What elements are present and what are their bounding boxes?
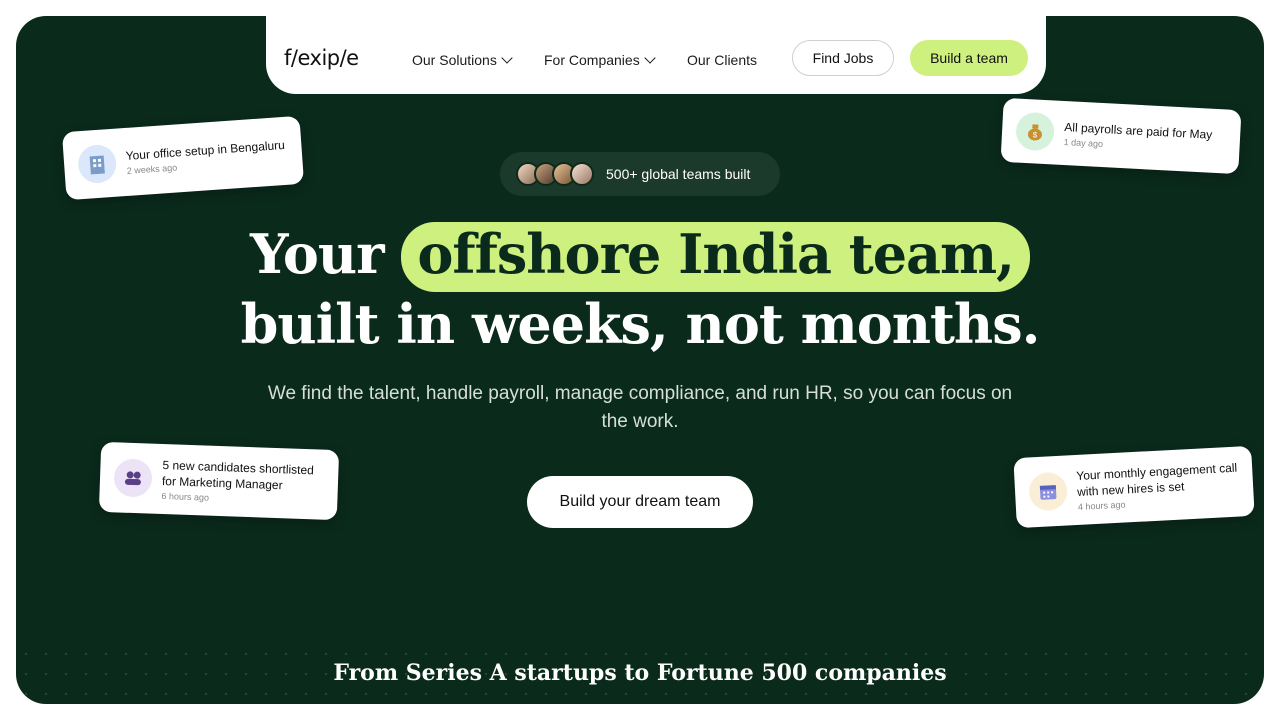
hero-section: f/exip/e Our Solutions For Companies Our… bbox=[16, 16, 1264, 704]
subheadline: We find the talent, handle payroll, mana… bbox=[267, 383, 1013, 432]
notification-card-office: Your office setup in Bengaluru 2 weeks a… bbox=[61, 115, 305, 201]
find-jobs-button[interactable]: Find Jobs bbox=[792, 40, 894, 76]
calendar-icon bbox=[1028, 471, 1069, 512]
avatar bbox=[570, 162, 594, 186]
build-a-team-button[interactable]: Build a team bbox=[910, 40, 1028, 76]
top-navbar: f/exip/e Our Solutions For Companies Our… bbox=[266, 16, 1046, 94]
nav-our-clients-label: Our Clients bbox=[687, 52, 758, 68]
logo[interactable]: f/exip/e bbox=[284, 46, 359, 70]
money-bag-icon: $ bbox=[1015, 111, 1056, 152]
headline-line-2: built in weeks, not months. bbox=[240, 292, 1041, 356]
office-building-icon bbox=[76, 143, 118, 185]
nav-our-clients[interactable]: Our Clients bbox=[687, 52, 757, 68]
nav-our-solutions-label: Our Solutions bbox=[412, 52, 497, 68]
card-title: 5 new candidates shortlisted for Marketi… bbox=[161, 458, 315, 493]
nav-for-companies[interactable]: For Companies bbox=[544, 52, 656, 68]
nav-our-solutions[interactable]: Our Solutions bbox=[412, 52, 513, 68]
teams-built-badge: 500+ global teams built bbox=[500, 152, 780, 196]
nav-for-companies-label: For Companies bbox=[544, 52, 640, 68]
build-dream-team-button[interactable]: Build your dream team bbox=[527, 476, 753, 528]
chevron-down-icon bbox=[501, 52, 513, 64]
avatar-group bbox=[516, 162, 594, 186]
chevron-down-icon bbox=[644, 52, 656, 64]
clients-tagline: From Series A startups to Fortune 500 co… bbox=[333, 660, 947, 686]
badge-text: 500+ global teams built bbox=[606, 166, 751, 182]
notification-card-engagement: Your monthly engagement call with new hi… bbox=[1013, 445, 1255, 529]
headline-highlight: offshore India team, bbox=[401, 222, 1030, 292]
headline-prefix: Your bbox=[250, 222, 385, 286]
headline-line-1: Your offshore India team, bbox=[16, 222, 1264, 292]
notification-card-payroll: $ All payrolls are paid for May 1 day ag… bbox=[1000, 97, 1242, 175]
notification-card-candidates: 5 new candidates shortlisted for Marketi… bbox=[98, 441, 340, 521]
people-icon bbox=[113, 458, 153, 498]
